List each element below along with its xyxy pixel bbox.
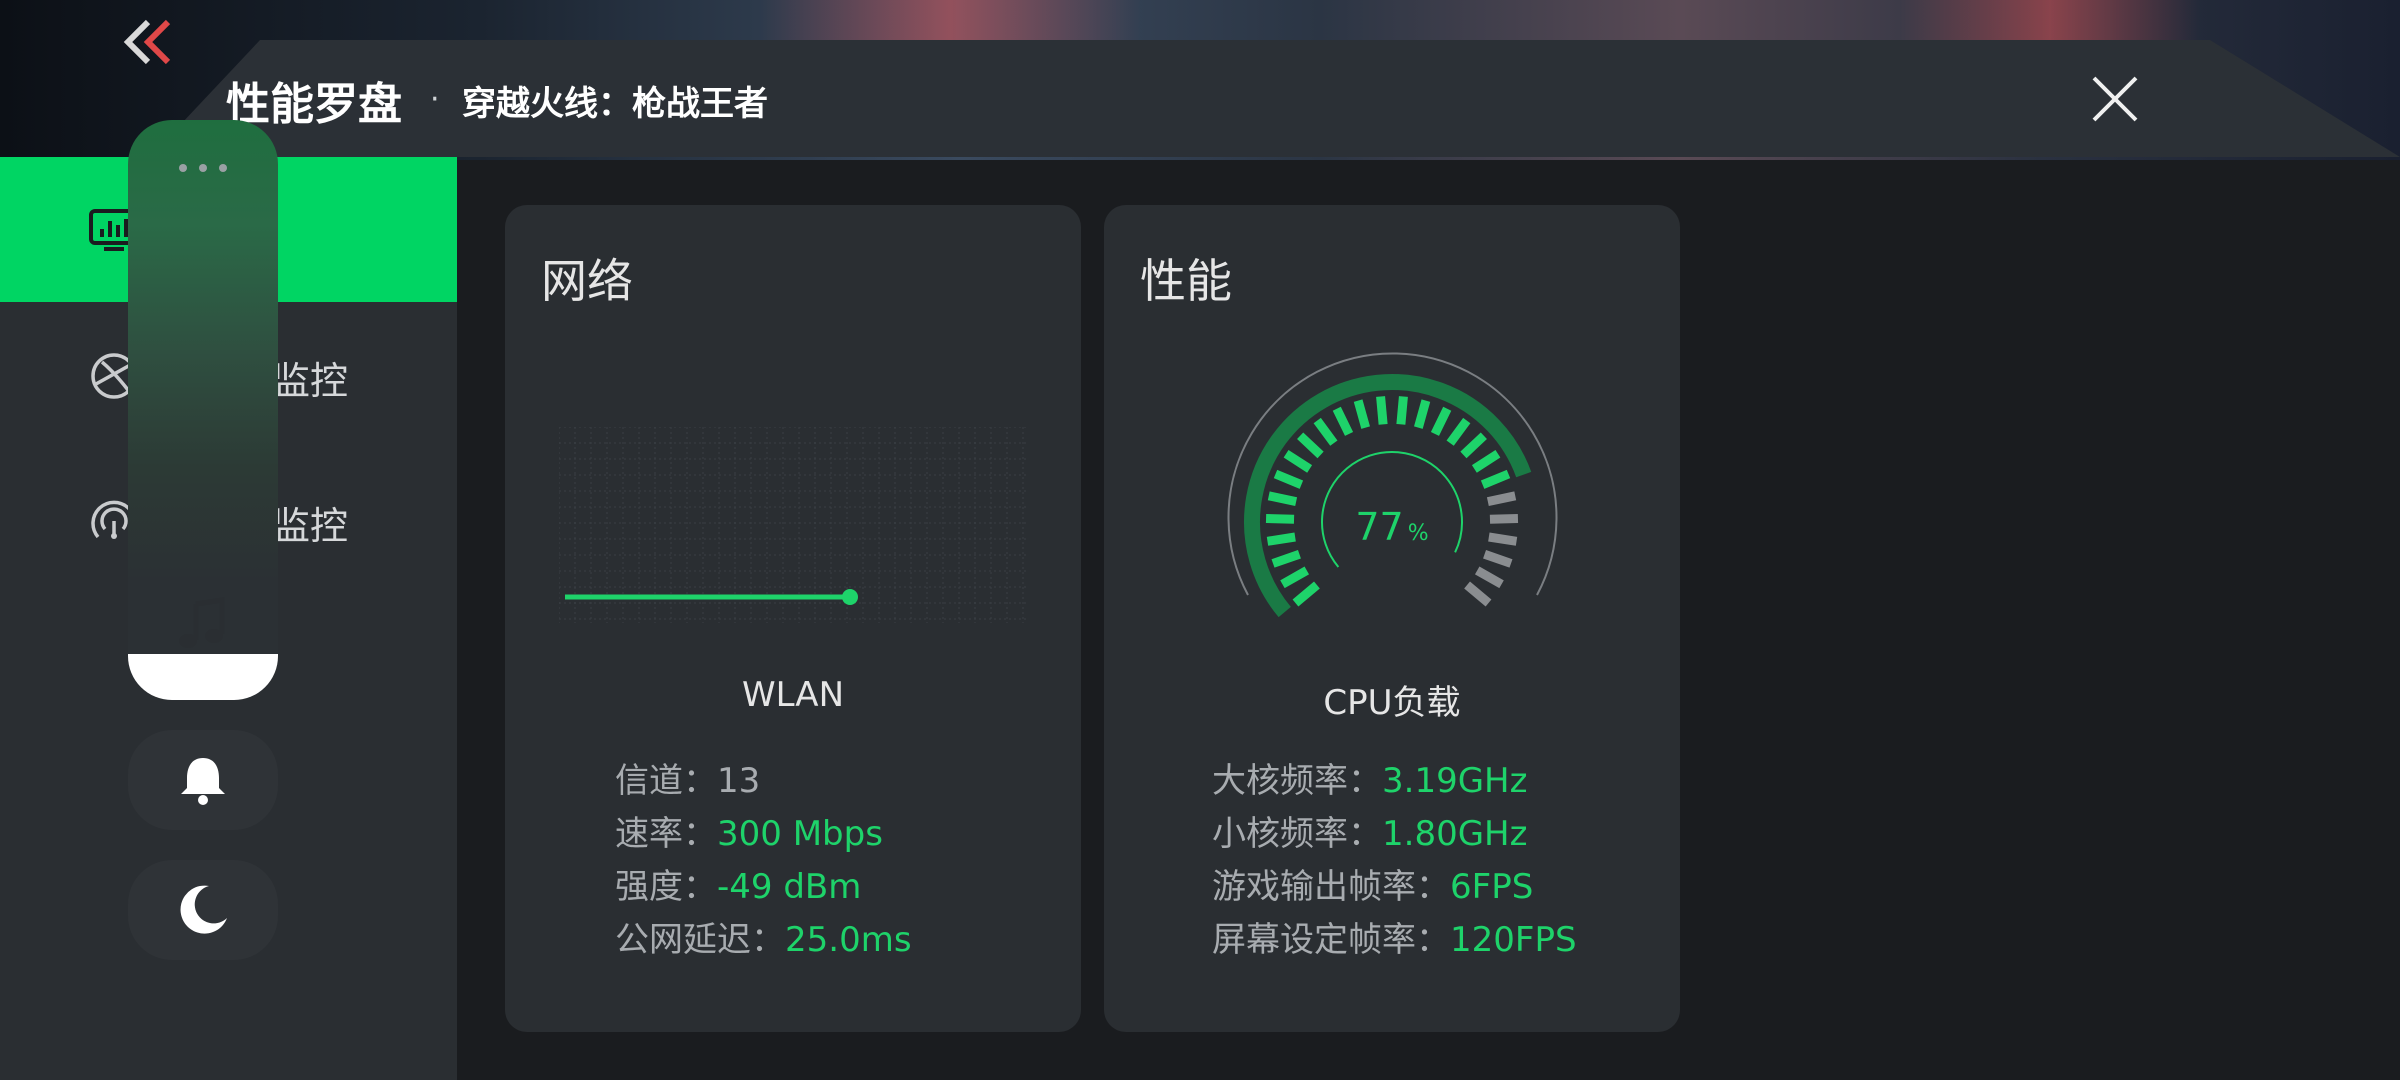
more-dots-icon[interactable] — [173, 160, 233, 176]
night-mode-button[interactable] — [128, 860, 278, 960]
gauge-tick — [1265, 513, 1295, 524]
gauge-tick — [1283, 449, 1313, 473]
gauge-tick — [1396, 396, 1408, 425]
gauge-tick — [1483, 549, 1513, 568]
stat-channel: 信道：13 — [615, 761, 761, 801]
close-icon — [2092, 76, 2138, 122]
performance-card: 性能 77% CPU负载 大核频率：3.19GHz 小核频率：1.80GHz 游… — [1104, 205, 1680, 1032]
gauge-tick — [1353, 399, 1370, 429]
stat-screen-fps: 屏幕设定帧率：120FPS — [1212, 920, 1577, 960]
gauge-tick — [1280, 566, 1310, 589]
gauge-tick — [1376, 396, 1388, 425]
page-title: 性能罗盘 — [226, 79, 402, 130]
gauge-tick — [1267, 491, 1298, 507]
sidebar-item-label: 监控 — [272, 504, 349, 548]
gauge-tick — [1460, 432, 1487, 459]
game-name: 穿越火线：枪战王者 — [462, 84, 768, 124]
floating-quick-panel[interactable] — [128, 120, 278, 700]
gauge-tick — [1414, 399, 1431, 429]
cpu-load-gauge: 77% — [1227, 352, 1558, 618]
network-card: 网络 WLAN 信道：13 速率：300 Mbps 强度：-49 dBm 公网延… — [505, 205, 1081, 1032]
gauge-tick — [1313, 417, 1338, 446]
back-button[interactable] — [118, 18, 182, 66]
music-note-icon[interactable] — [174, 596, 230, 652]
bell-icon — [181, 758, 225, 805]
gauge-tick — [1271, 549, 1301, 568]
moon-icon — [180, 885, 227, 934]
card-title: 性能 — [1140, 254, 1232, 308]
gauge-tick — [1488, 532, 1518, 546]
wlan-label: WLAN — [741, 675, 845, 715]
background-light-streak — [760, 0, 1140, 40]
gauge-tick — [1332, 406, 1354, 436]
svg-text:77%: 77% — [1355, 505, 1428, 549]
gauge-tick — [1489, 513, 1519, 524]
network-stat-list: 信道：13 速率：300 Mbps 强度：-49 dBm 公网延迟：25.0ms — [615, 755, 912, 967]
panel-footer — [128, 654, 278, 700]
background-light-streak — [1900, 0, 2200, 40]
gauge-tick — [1471, 449, 1501, 473]
gauge-tick — [1430, 406, 1452, 436]
card-title: 网络 — [541, 254, 633, 308]
notification-button[interactable] — [128, 730, 278, 830]
gauge-tick — [1292, 581, 1320, 607]
gauge-tick — [1273, 469, 1304, 489]
gauge-tick — [1474, 566, 1504, 589]
stat-latency: 公网延迟：25.0ms — [615, 920, 912, 960]
stat-rate: 速率：300 Mbps — [615, 814, 883, 854]
sidebar-item-label: 监控 — [272, 359, 349, 403]
stat-game-fps: 游戏输出帧率：6FPS — [1212, 867, 1534, 907]
stat-small-core-freq: 小核频率：1.80GHz — [1212, 814, 1528, 854]
gauge-tick — [1486, 491, 1517, 507]
title-separator: · — [430, 82, 440, 117]
gauge-tick — [1480, 469, 1511, 489]
cpu-load-value: 77 — [1355, 505, 1403, 549]
cpu-load-unit: % — [1408, 521, 1429, 546]
gauge-tick — [1464, 581, 1492, 607]
cpu-load-label: CPU负载 — [1323, 683, 1461, 723]
network-signal-point — [842, 589, 858, 605]
performance-stat-list: 大核频率：3.19GHz 小核频率：1.80GHz 游戏输出帧率：6FPS 屏幕… — [1212, 755, 1577, 967]
network-chart — [559, 427, 1029, 623]
gauge-tick — [1297, 432, 1324, 459]
back-chevrons-icon — [123, 19, 171, 65]
close-button[interactable] — [2088, 72, 2142, 126]
stat-strength: 强度：-49 dBm — [615, 867, 862, 907]
stat-big-core-freq: 大核频率：3.19GHz — [1212, 761, 1528, 801]
gauge-tick — [1266, 532, 1296, 546]
gauge-tick — [1446, 417, 1471, 446]
